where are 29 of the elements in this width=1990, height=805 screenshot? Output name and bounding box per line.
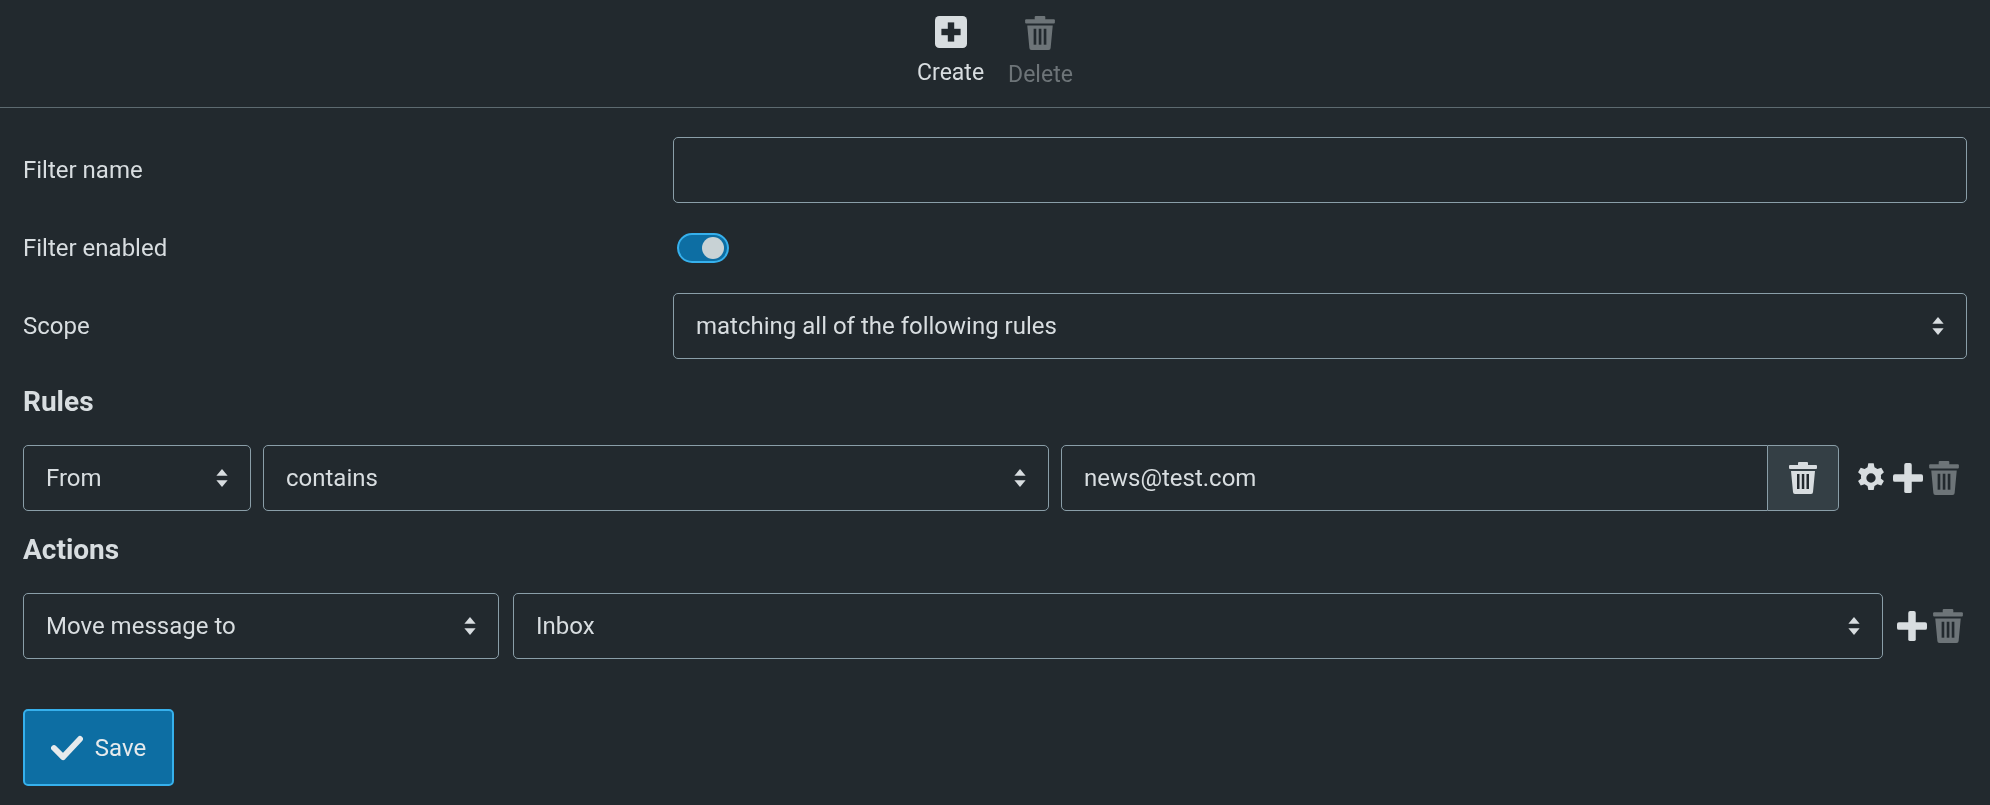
trash-icon (1929, 461, 1959, 495)
plus-square-icon (934, 16, 967, 48)
trash-icon (1025, 16, 1056, 50)
create-button[interactable]: Create (917, 16, 985, 107)
plus-icon[interactable] (1893, 463, 1923, 493)
save-button[interactable]: Save (23, 709, 174, 786)
action-select[interactable]: Move message to (23, 593, 499, 659)
clear-button[interactable] (1768, 445, 1839, 511)
field-label: Filter enabled (23, 233, 169, 264)
updown-icon (216, 469, 228, 487)
filter-name-field[interactable] (673, 137, 1967, 203)
trash-icon (1789, 461, 1817, 495)
section-heading: Actions (23, 532, 121, 568)
scope-select[interactable]: matching all of the following rules (673, 293, 1967, 359)
operator-select[interactable]: contains (263, 445, 1049, 511)
updown-icon (1014, 469, 1026, 487)
checkmark-icon (50, 734, 83, 761)
field-label: Scope (23, 311, 91, 342)
folder-select[interactable]: Inbox (513, 593, 1883, 659)
enabled-toggle[interactable] (677, 233, 729, 263)
updown-icon (1932, 317, 1944, 335)
field-select[interactable]: From (23, 445, 251, 511)
updown-icon (1848, 617, 1860, 635)
rule-value-field[interactable]: news@test.com (1061, 445, 1768, 511)
updown-icon (464, 617, 476, 635)
field-label: Filter name (23, 155, 144, 186)
plus-icon[interactable] (1897, 611, 1927, 641)
section-heading: Rules (23, 384, 95, 420)
trash-icon (1933, 609, 1963, 643)
